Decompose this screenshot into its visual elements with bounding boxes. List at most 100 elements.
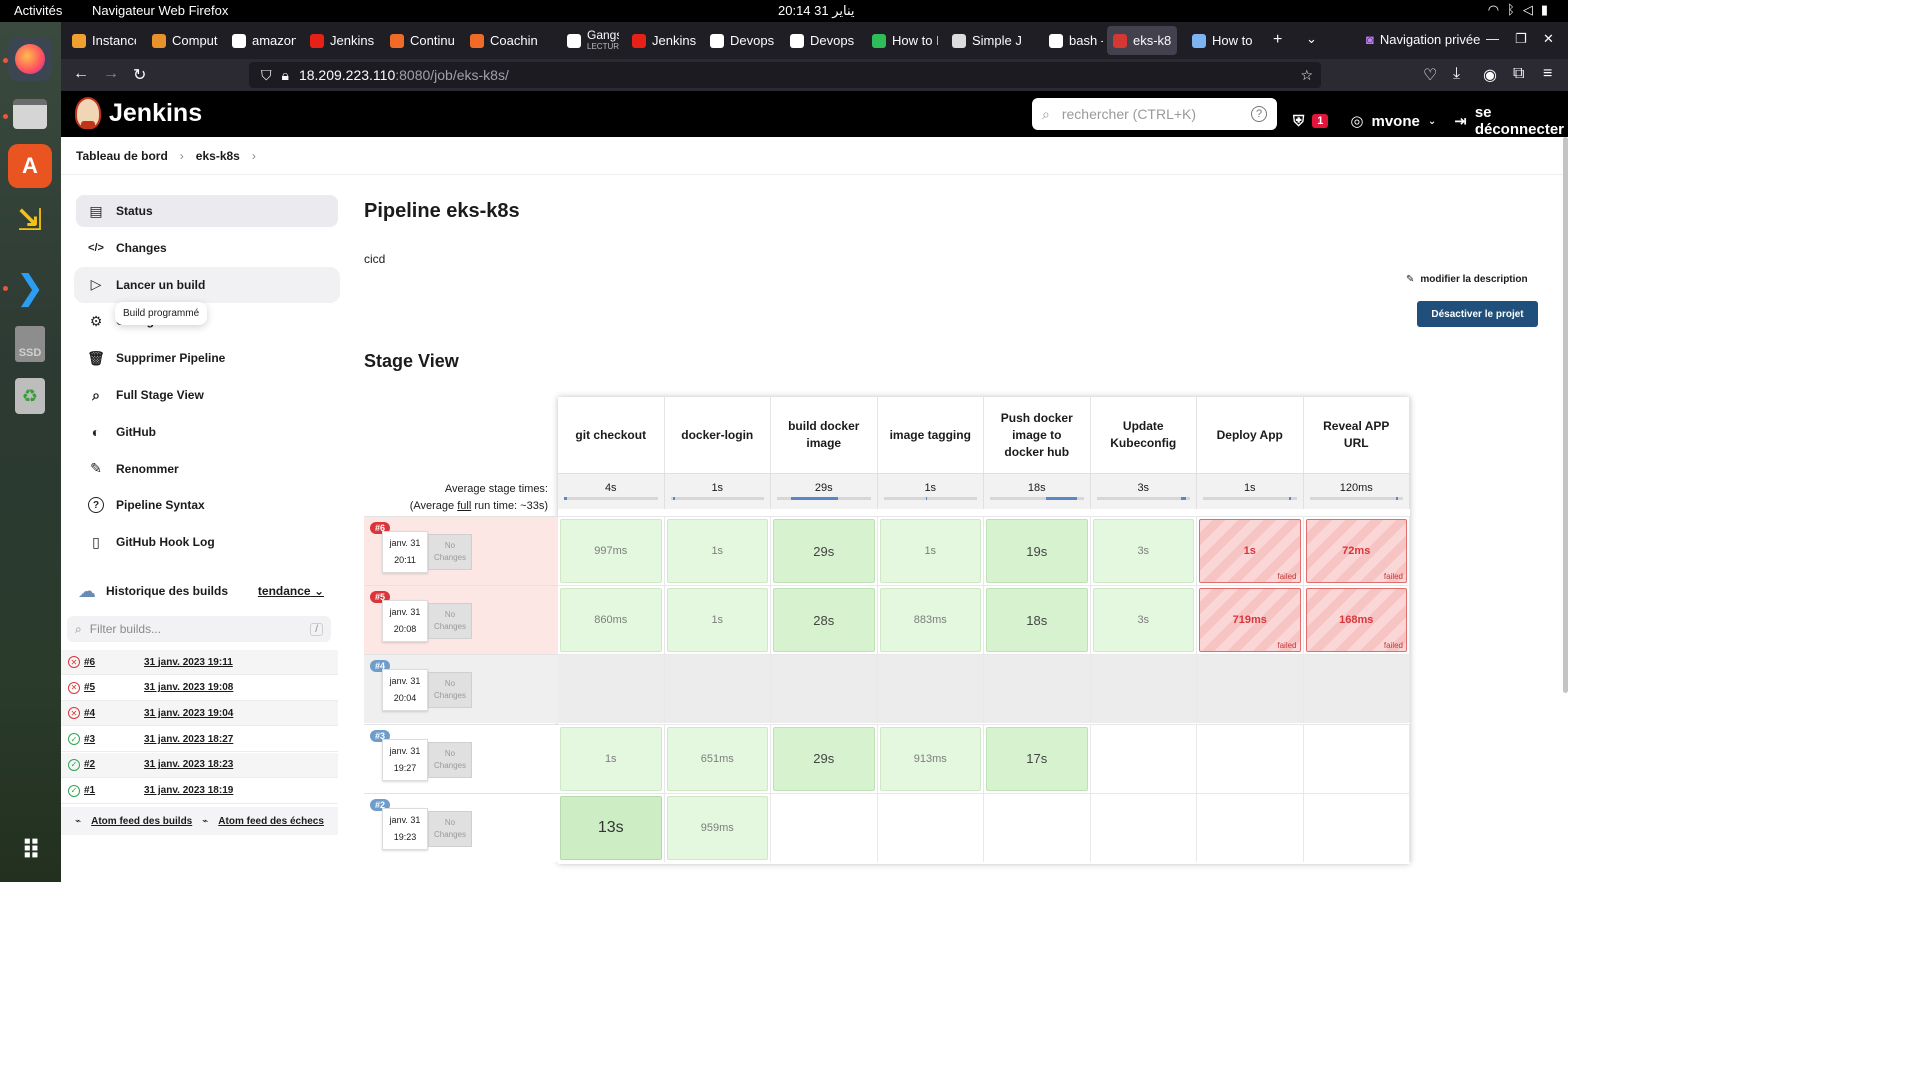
stage-result-failed[interactable]: 1s failed bbox=[1199, 519, 1301, 583]
stage-result-success[interactable]: 997ms bbox=[560, 519, 662, 583]
stage-cell[interactable]: 168ms failed bbox=[1303, 585, 1410, 655]
build-number-link[interactable]: #5 bbox=[84, 682, 144, 693]
stage-cell[interactable]: 1s bbox=[664, 516, 771, 585]
stage-cell[interactable]: 651ms bbox=[664, 723, 771, 793]
logout-icon[interactable]: ⇥ bbox=[1454, 112, 1467, 130]
build-date-link[interactable]: 31 janv. 2023 18:23 bbox=[144, 759, 233, 770]
shield-icon[interactable]: ⛉ bbox=[261, 67, 272, 84]
build-history-row[interactable]: ✓ #3 31 janv. 2023 18:27 bbox=[61, 727, 338, 753]
search-input[interactable]: ⌕ rechercher (CTRL+K) ? bbox=[1032, 98, 1277, 130]
downloads-icon[interactable]: ⤓ bbox=[1453, 65, 1460, 83]
stage-cell[interactable]: 29s bbox=[771, 723, 878, 793]
stage-cell[interactable]: 13s bbox=[558, 792, 665, 862]
no-changes-box[interactable]: No Changes bbox=[428, 672, 472, 709]
sidebar-item-renommer[interactable]: ✎ Renommer bbox=[76, 453, 338, 485]
ssd-drive-icon[interactable]: SSD bbox=[8, 322, 52, 366]
build-history-row[interactable]: ✕ #4 31 janv. 2023 19:04 bbox=[61, 701, 338, 727]
stage-cell[interactable]: 28s bbox=[771, 585, 878, 655]
remote-desktop-icon[interactable]: ⇲ bbox=[8, 198, 52, 242]
tab-list-icon[interactable]: ⌄ bbox=[1306, 31, 1317, 47]
breadcrumb-job[interactable]: eks-k8s bbox=[196, 149, 240, 163]
sidebar-item-github-hook-log[interactable]: ▯ GitHub Hook Log bbox=[76, 526, 338, 558]
stage-cell[interactable]: 883ms bbox=[877, 585, 984, 655]
edit-description-link[interactable]: ✎ modifier la description bbox=[1406, 274, 1528, 285]
disable-project-button[interactable]: Désactiver le projet bbox=[1417, 301, 1538, 327]
stage-result-failed[interactable]: 719ms failed bbox=[1199, 588, 1301, 653]
back-icon[interactable]: ← bbox=[73, 65, 89, 83]
files-icon[interactable] bbox=[8, 92, 52, 136]
stage-result-success[interactable]: 883ms bbox=[879, 588, 981, 653]
build-date-link[interactable]: 31 janv. 2023 18:27 bbox=[144, 734, 233, 745]
logout-link[interactable]: se déconnecter bbox=[1475, 104, 1568, 138]
browser-tab[interactable]: GangsteLECTURE E bbox=[561, 26, 619, 55]
chevron-down-icon[interactable]: ⌄ bbox=[1428, 116, 1436, 127]
sidebar-item-pipeline-syntax[interactable]: ? Pipeline Syntax bbox=[76, 489, 338, 521]
close-window-icon[interactable]: ✕ bbox=[1543, 31, 1554, 47]
trash-icon[interactable]: ♻ bbox=[8, 374, 52, 418]
browser-tab[interactable]: amazon bbox=[226, 26, 296, 55]
build-date-link[interactable]: 31 janv. 2023 18:19 bbox=[144, 785, 233, 796]
browser-tab[interactable]: Coachin bbox=[464, 26, 554, 55]
pocket-icon[interactable]: ♡ bbox=[1423, 65, 1437, 85]
browser-tab[interactable]: How to I bbox=[866, 26, 938, 55]
minimize-icon[interactable]: — bbox=[1486, 31, 1499, 46]
chevron-right-icon[interactable]: › bbox=[252, 149, 256, 163]
atom-feed-failures-link[interactable]: Atom feed des échecs bbox=[218, 816, 324, 827]
browser-tab[interactable]: Comput bbox=[146, 26, 218, 55]
build-date-box[interactable]: janv. 31 19:27 bbox=[382, 738, 428, 781]
stage-result-success[interactable]: 651ms bbox=[666, 726, 768, 791]
stage-cell[interactable]: 913ms bbox=[877, 723, 984, 793]
help-icon[interactable]: ? bbox=[1251, 106, 1267, 122]
build-number-link[interactable]: #3 bbox=[84, 734, 144, 745]
build-number-link[interactable]: #6 bbox=[84, 657, 144, 668]
build-number-link[interactable]: #1 bbox=[84, 785, 144, 796]
build-history-row[interactable]: ✕ #5 31 janv. 2023 19:08 bbox=[61, 675, 338, 701]
stage-result-success[interactable]: 1s bbox=[666, 519, 768, 583]
stage-cell[interactable]: 72ms failed bbox=[1303, 516, 1410, 585]
stage-result-success[interactable]: 17s bbox=[986, 726, 1088, 791]
forward-icon[interactable]: → bbox=[103, 65, 119, 83]
maximize-icon[interactable]: ❐ bbox=[1515, 31, 1527, 47]
build-number-link[interactable]: #2 bbox=[84, 759, 144, 770]
stage-result-failed[interactable]: 72ms failed bbox=[1305, 519, 1407, 583]
stage-result-success[interactable]: 3s bbox=[1092, 519, 1194, 583]
extensions-icon[interactable]: ⧉ bbox=[1513, 65, 1524, 83]
app-center-icon[interactable]: A bbox=[8, 144, 52, 188]
security-alert-badge[interactable]: 1 bbox=[1312, 114, 1329, 128]
menu-icon[interactable]: ≡ bbox=[1543, 65, 1552, 83]
stage-cell[interactable]: 959ms bbox=[664, 792, 771, 862]
build-history-row[interactable]: ✓ #1 31 janv. 2023 18:19 bbox=[61, 778, 338, 804]
browser-tab[interactable]: Simple J bbox=[946, 26, 1036, 55]
stage-result-success[interactable]: 860ms bbox=[560, 588, 662, 653]
stage-result-success[interactable]: 13s bbox=[560, 795, 662, 860]
browser-tab[interactable]: Jenkins bbox=[304, 26, 376, 55]
stage-cell[interactable]: 17s bbox=[984, 723, 1091, 793]
account-icon[interactable]: ◉ bbox=[1483, 65, 1497, 85]
stage-cell[interactable]: 29s bbox=[771, 516, 878, 585]
build-date-box[interactable]: janv. 31 20:04 bbox=[382, 669, 428, 712]
firefox-icon[interactable] bbox=[8, 37, 52, 81]
stage-result-success[interactable]: 3s bbox=[1092, 588, 1194, 653]
sidebar-item-status[interactable]: ▤ Status bbox=[76, 195, 338, 227]
jenkins-logo[interactable]: Jenkins bbox=[75, 97, 202, 129]
stage-result-success[interactable]: 1s bbox=[879, 519, 981, 583]
stage-cell[interactable]: 997ms bbox=[558, 516, 665, 585]
sidebar-item-supprimer-pipeline[interactable]: 🗑︎ Supprimer Pipeline bbox=[76, 342, 338, 374]
build-date-box[interactable]: janv. 31 19:23 bbox=[382, 807, 428, 850]
stage-cell[interactable]: 719ms failed bbox=[1197, 585, 1304, 655]
build-history-row[interactable]: ✕ #6 31 janv. 2023 19:11 bbox=[61, 650, 338, 675]
build-date-box[interactable]: janv. 31 20:11 bbox=[382, 531, 428, 573]
stage-cell[interactable]: 860ms bbox=[558, 585, 665, 655]
stage-cell[interactable]: 1s bbox=[664, 585, 771, 655]
browser-tab[interactable]: Devops bbox=[704, 26, 776, 55]
lock-icon[interactable]: 🔒︎ bbox=[282, 67, 289, 84]
user-icon[interactable]: ◎ bbox=[1350, 112, 1363, 130]
bookmark-star-icon[interactable]: ☆ bbox=[1300, 67, 1313, 84]
build-date-link[interactable]: 31 janv. 2023 19:11 bbox=[144, 657, 233, 668]
stage-result-success[interactable]: 1s bbox=[560, 726, 662, 791]
user-menu[interactable]: mvone bbox=[1371, 113, 1419, 130]
browser-tab[interactable]: Continu bbox=[384, 26, 456, 55]
active-app-label[interactable]: Navigateur Web Firefox bbox=[92, 3, 228, 18]
new-tab-icon[interactable]: + bbox=[1273, 31, 1282, 49]
sidebar-item-full-stage-view[interactable]: ⌕ Full Stage View bbox=[76, 379, 338, 411]
